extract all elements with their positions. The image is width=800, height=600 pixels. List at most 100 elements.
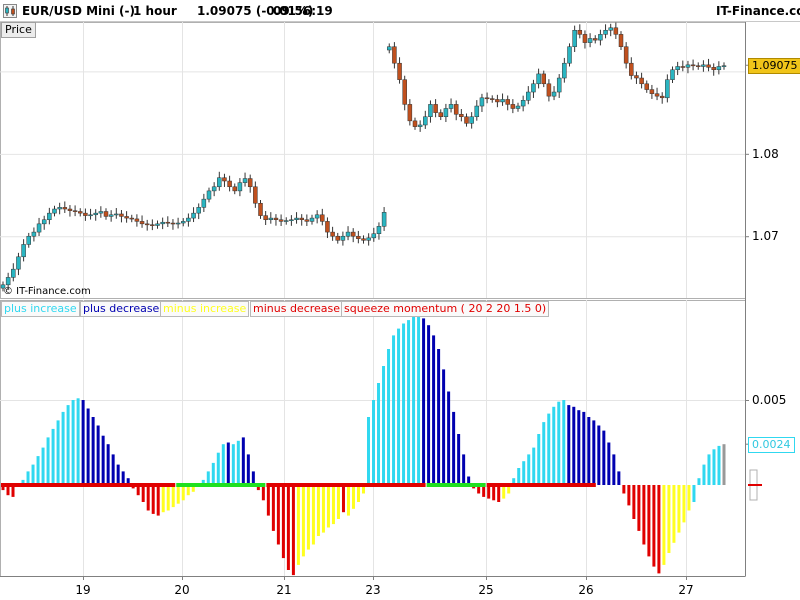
candle-body — [330, 231, 335, 237]
candle-body — [381, 212, 387, 227]
candle-body — [490, 98, 495, 100]
candle-body — [639, 77, 644, 85]
momentum-bar — [597, 425, 601, 485]
momentum-bar — [121, 471, 125, 485]
momentum-bar — [81, 400, 85, 485]
momentum-bar — [542, 422, 546, 485]
candle-body — [361, 238, 366, 241]
candle-body — [438, 112, 443, 117]
candle-body — [397, 62, 402, 80]
squeeze-dot-segment — [266, 483, 426, 487]
momentum-bar — [71, 400, 75, 485]
candle-body — [711, 67, 716, 71]
momentum-bar — [46, 437, 50, 485]
candle-body — [181, 221, 186, 224]
candle-body — [402, 79, 407, 105]
momentum-bar — [231, 444, 235, 485]
momentum-bar — [427, 325, 431, 485]
candle-body — [36, 223, 42, 233]
momentum-bar — [397, 328, 401, 485]
candle-body — [448, 104, 454, 109]
price-tab[interactable]: Price — [1, 22, 36, 38]
momentum-bar — [557, 401, 561, 485]
momentum-y-label: 0.005 — [752, 393, 786, 407]
momentum-bar — [582, 411, 586, 485]
momentum-bar — [717, 445, 721, 485]
momentum-bar — [662, 485, 666, 565]
momentum-bar — [346, 485, 350, 516]
candle-body — [665, 79, 670, 99]
candle-body — [701, 64, 706, 67]
candle-body — [309, 217, 315, 222]
candle-body — [5, 277, 11, 286]
momentum-bar — [387, 349, 391, 485]
momentum-bar — [667, 485, 671, 553]
momentum-bar — [382, 366, 386, 485]
candle-body — [541, 73, 546, 85]
candle-body — [278, 219, 284, 222]
momentum-bar — [697, 478, 701, 485]
momentum-bar — [221, 444, 225, 485]
candle-body — [495, 99, 500, 103]
candle-body — [376, 226, 382, 234]
copyright-label: © IT-Finance.com — [3, 286, 91, 297]
legend-squeeze-momentum[interactable]: squeeze momentum ( 20 2 20 1.5 0) — [341, 301, 550, 317]
momentum-bar — [532, 447, 536, 485]
momentum-bar — [291, 485, 295, 576]
candle-body — [201, 198, 207, 208]
momentum-bar — [56, 420, 60, 485]
candle-body — [175, 222, 181, 225]
momentum-bar — [607, 442, 611, 485]
momentum-bar — [452, 411, 456, 485]
candle-body — [186, 217, 191, 222]
candle-body — [258, 203, 263, 216]
candle-body — [685, 64, 691, 68]
momentum-bar — [116, 464, 120, 485]
candle-body — [366, 237, 371, 241]
momentum-bar — [432, 335, 436, 485]
momentum-bar — [156, 485, 160, 516]
momentum-bar — [111, 454, 115, 485]
candle-body — [124, 216, 129, 219]
candle-body — [428, 104, 433, 117]
momentum-bar — [367, 417, 371, 485]
legend-plus-increase[interactable]: plus increase — [1, 301, 80, 317]
candle-body — [345, 231, 351, 237]
momentum-bar — [306, 485, 310, 550]
x-axis-label: 19 — [75, 583, 90, 597]
candle-body — [690, 64, 696, 67]
candle-body — [644, 83, 649, 90]
squeeze-dot-segment — [426, 483, 486, 487]
candle-body — [721, 65, 727, 67]
momentum-bar — [296, 485, 300, 565]
momentum-bar — [41, 447, 45, 485]
candle-body — [608, 27, 613, 31]
x-axis-label: 26 — [578, 583, 593, 597]
candle-body — [659, 95, 665, 99]
momentum-bar — [417, 315, 421, 485]
candle-body — [464, 116, 469, 124]
candle-body — [191, 212, 196, 219]
legend-plus-decrease[interactable]: plus decrease — [80, 301, 163, 317]
momentum-bar — [51, 428, 55, 485]
legend-minus-decrease[interactable]: minus decrease — [250, 301, 344, 317]
candle-body — [52, 208, 57, 214]
momentum-bar — [442, 369, 446, 485]
candle-body — [325, 221, 330, 233]
candle-body — [284, 220, 289, 222]
candle-body — [83, 212, 88, 216]
momentum-bar — [216, 452, 220, 485]
momentum-bar — [241, 437, 245, 485]
candle-body — [134, 218, 140, 222]
momentum-bar — [91, 417, 95, 485]
candle-body — [289, 219, 294, 221]
legend-minus-increase[interactable]: minus increase — [160, 301, 250, 317]
candle-body — [649, 89, 655, 94]
momentum-bar — [517, 468, 521, 485]
momentum-bar — [226, 442, 230, 485]
candle-body — [150, 224, 155, 226]
momentum-bar — [392, 335, 396, 485]
momentum-bar — [637, 485, 641, 531]
chart-canvas[interactable]: 19 20 21 23 25 26 27 1.07 1.08 0.005 — [0, 0, 800, 600]
candle-body — [680, 66, 686, 68]
